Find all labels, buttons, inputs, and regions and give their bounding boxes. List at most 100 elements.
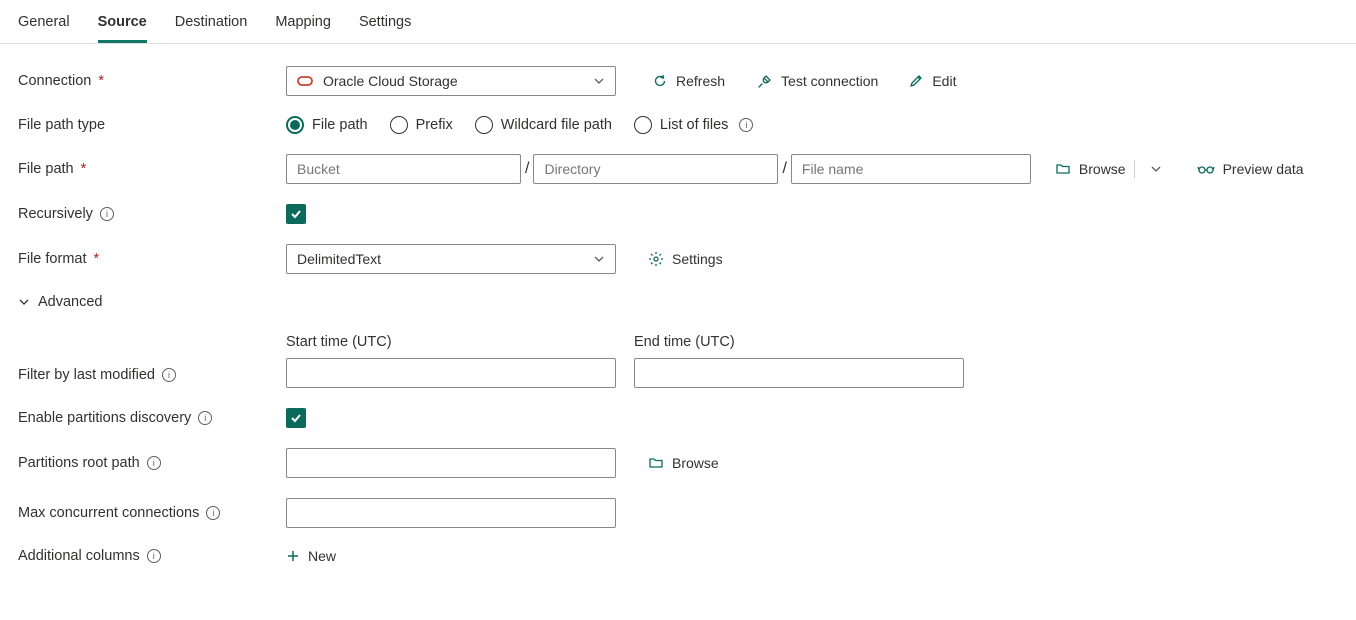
directory-input-wrap — [533, 154, 778, 184]
info-icon[interactable]: i — [739, 118, 753, 132]
browse-partitions-label: Browse — [672, 455, 719, 471]
tab-source[interactable]: Source — [98, 8, 147, 43]
label-partitions-root: Partitions root path i — [18, 455, 286, 471]
format-settings-label: Settings — [672, 251, 723, 267]
chevron-down-icon — [593, 75, 605, 87]
start-time-input[interactable] — [297, 365, 605, 381]
label-additional-columns: Additional columns i — [18, 548, 286, 564]
row-filter-by-last-modified: Filter by last modified i Start time (UT… — [18, 334, 1338, 388]
label-file-path-type: File path type — [18, 117, 286, 133]
recursively-checkbox[interactable] — [286, 204, 306, 224]
row-max-concurrent: Max concurrent connections i — [18, 498, 1338, 528]
tab-settings[interactable]: Settings — [359, 8, 411, 43]
label-connection: Connection* — [18, 73, 286, 89]
new-column-label: New — [308, 548, 336, 564]
check-icon — [289, 411, 303, 425]
info-icon[interactable]: i — [147, 456, 161, 470]
row-enable-partitions: Enable partitions discovery i — [18, 408, 1338, 428]
row-recursively: Recursively i — [18, 204, 1338, 224]
info-icon[interactable]: i — [147, 549, 161, 563]
plus-icon — [286, 549, 300, 563]
folder-icon — [1055, 161, 1071, 177]
file-format-value: DelimitedText — [297, 251, 381, 267]
info-icon[interactable]: i — [206, 506, 220, 520]
radio-prefix[interactable]: Prefix — [390, 116, 453, 134]
form-body: Connection* Oracle Cloud Storage — [0, 44, 1356, 606]
tab-destination[interactable]: Destination — [175, 8, 248, 43]
refresh-icon — [652, 73, 668, 89]
divider — [1134, 160, 1135, 178]
radio-list-label: List of files — [660, 117, 729, 133]
tabs-bar: General Source Destination Mapping Setti… — [0, 0, 1356, 44]
row-additional-columns: Additional columns i New — [18, 548, 1338, 564]
advanced-toggle[interactable]: Advanced — [18, 294, 103, 310]
browse-chevron[interactable] — [1143, 156, 1169, 182]
label-enable-partitions: Enable partitions discovery i — [18, 410, 286, 426]
label-file-format: File format* — [18, 251, 286, 267]
row-file-path: File path* / / Browse — [18, 154, 1338, 184]
bucket-input[interactable] — [297, 161, 510, 177]
radio-wildcard[interactable]: Wildcard file path — [475, 116, 612, 134]
required-mark: * — [81, 161, 87, 177]
start-time-input-wrap — [286, 358, 616, 388]
label-recursively: Recursively i — [18, 206, 286, 222]
edit-label: Edit — [932, 73, 956, 89]
radio-wildcard-label: Wildcard file path — [501, 117, 612, 133]
radio-list-of-files[interactable]: List of files i — [634, 116, 754, 134]
preview-data-label: Preview data — [1223, 161, 1304, 177]
label-start-time: Start time (UTC) — [286, 334, 616, 350]
label-file-path: File path* — [18, 161, 286, 177]
label-max-concurrent: Max concurrent connections i — [18, 505, 286, 521]
radio-file-path[interactable]: File path — [286, 116, 368, 134]
browse-file-label: Browse — [1079, 161, 1126, 177]
chevron-down-icon — [18, 296, 30, 308]
tab-mapping[interactable]: Mapping — [275, 8, 331, 43]
refresh-button[interactable]: Refresh — [652, 73, 725, 89]
browse-file-button[interactable]: Browse — [1055, 161, 1126, 177]
plug-icon — [757, 73, 773, 89]
partitions-root-input-wrap — [286, 448, 616, 478]
info-icon[interactable]: i — [198, 411, 212, 425]
filename-input-wrap — [791, 154, 1031, 184]
max-concurrent-input-wrap — [286, 498, 616, 528]
connection-value: Oracle Cloud Storage — [323, 73, 458, 89]
file-format-dropdown[interactable]: DelimitedText — [286, 244, 616, 274]
radio-file-path-label: File path — [312, 117, 368, 133]
row-file-format: File format* DelimitedText Settings — [18, 244, 1338, 274]
filename-input[interactable] — [802, 161, 1020, 177]
check-icon — [289, 207, 303, 221]
required-mark: * — [94, 251, 100, 267]
max-concurrent-input[interactable] — [297, 505, 605, 521]
new-column-button[interactable]: New — [286, 548, 336, 564]
gear-icon — [648, 251, 664, 267]
test-connection-button[interactable]: Test connection — [757, 73, 878, 89]
end-time-input[interactable] — [645, 365, 953, 381]
edit-button[interactable]: Edit — [908, 73, 956, 89]
path-separator: / — [525, 160, 529, 178]
info-icon[interactable]: i — [162, 368, 176, 382]
bucket-input-wrap — [286, 154, 521, 184]
radio-prefix-label: Prefix — [416, 117, 453, 133]
row-file-path-type: File path type File path Prefix Wildcard… — [18, 116, 1338, 134]
required-mark: * — [98, 73, 104, 89]
partitions-root-input[interactable] — [297, 455, 605, 471]
test-connection-label: Test connection — [781, 73, 878, 89]
label-filter: Filter by last modified i — [18, 334, 286, 388]
row-partitions-root: Partitions root path i Browse — [18, 448, 1338, 478]
glasses-icon — [1197, 163, 1215, 175]
refresh-label: Refresh — [676, 73, 725, 89]
partitions-checkbox[interactable] — [286, 408, 306, 428]
row-connection: Connection* Oracle Cloud Storage — [18, 66, 1338, 96]
label-end-time: End time (UTC) — [634, 334, 964, 350]
info-icon[interactable]: i — [100, 207, 114, 221]
oracle-icon — [297, 76, 313, 86]
tab-general[interactable]: General — [18, 8, 70, 43]
advanced-label: Advanced — [38, 294, 103, 310]
pencil-icon — [908, 73, 924, 89]
browse-partitions-button[interactable]: Browse — [648, 455, 719, 471]
path-separator: / — [782, 160, 786, 178]
directory-input[interactable] — [544, 161, 767, 177]
preview-data-button[interactable]: Preview data — [1197, 161, 1304, 177]
connection-dropdown[interactable]: Oracle Cloud Storage — [286, 66, 616, 96]
format-settings-button[interactable]: Settings — [648, 251, 723, 267]
